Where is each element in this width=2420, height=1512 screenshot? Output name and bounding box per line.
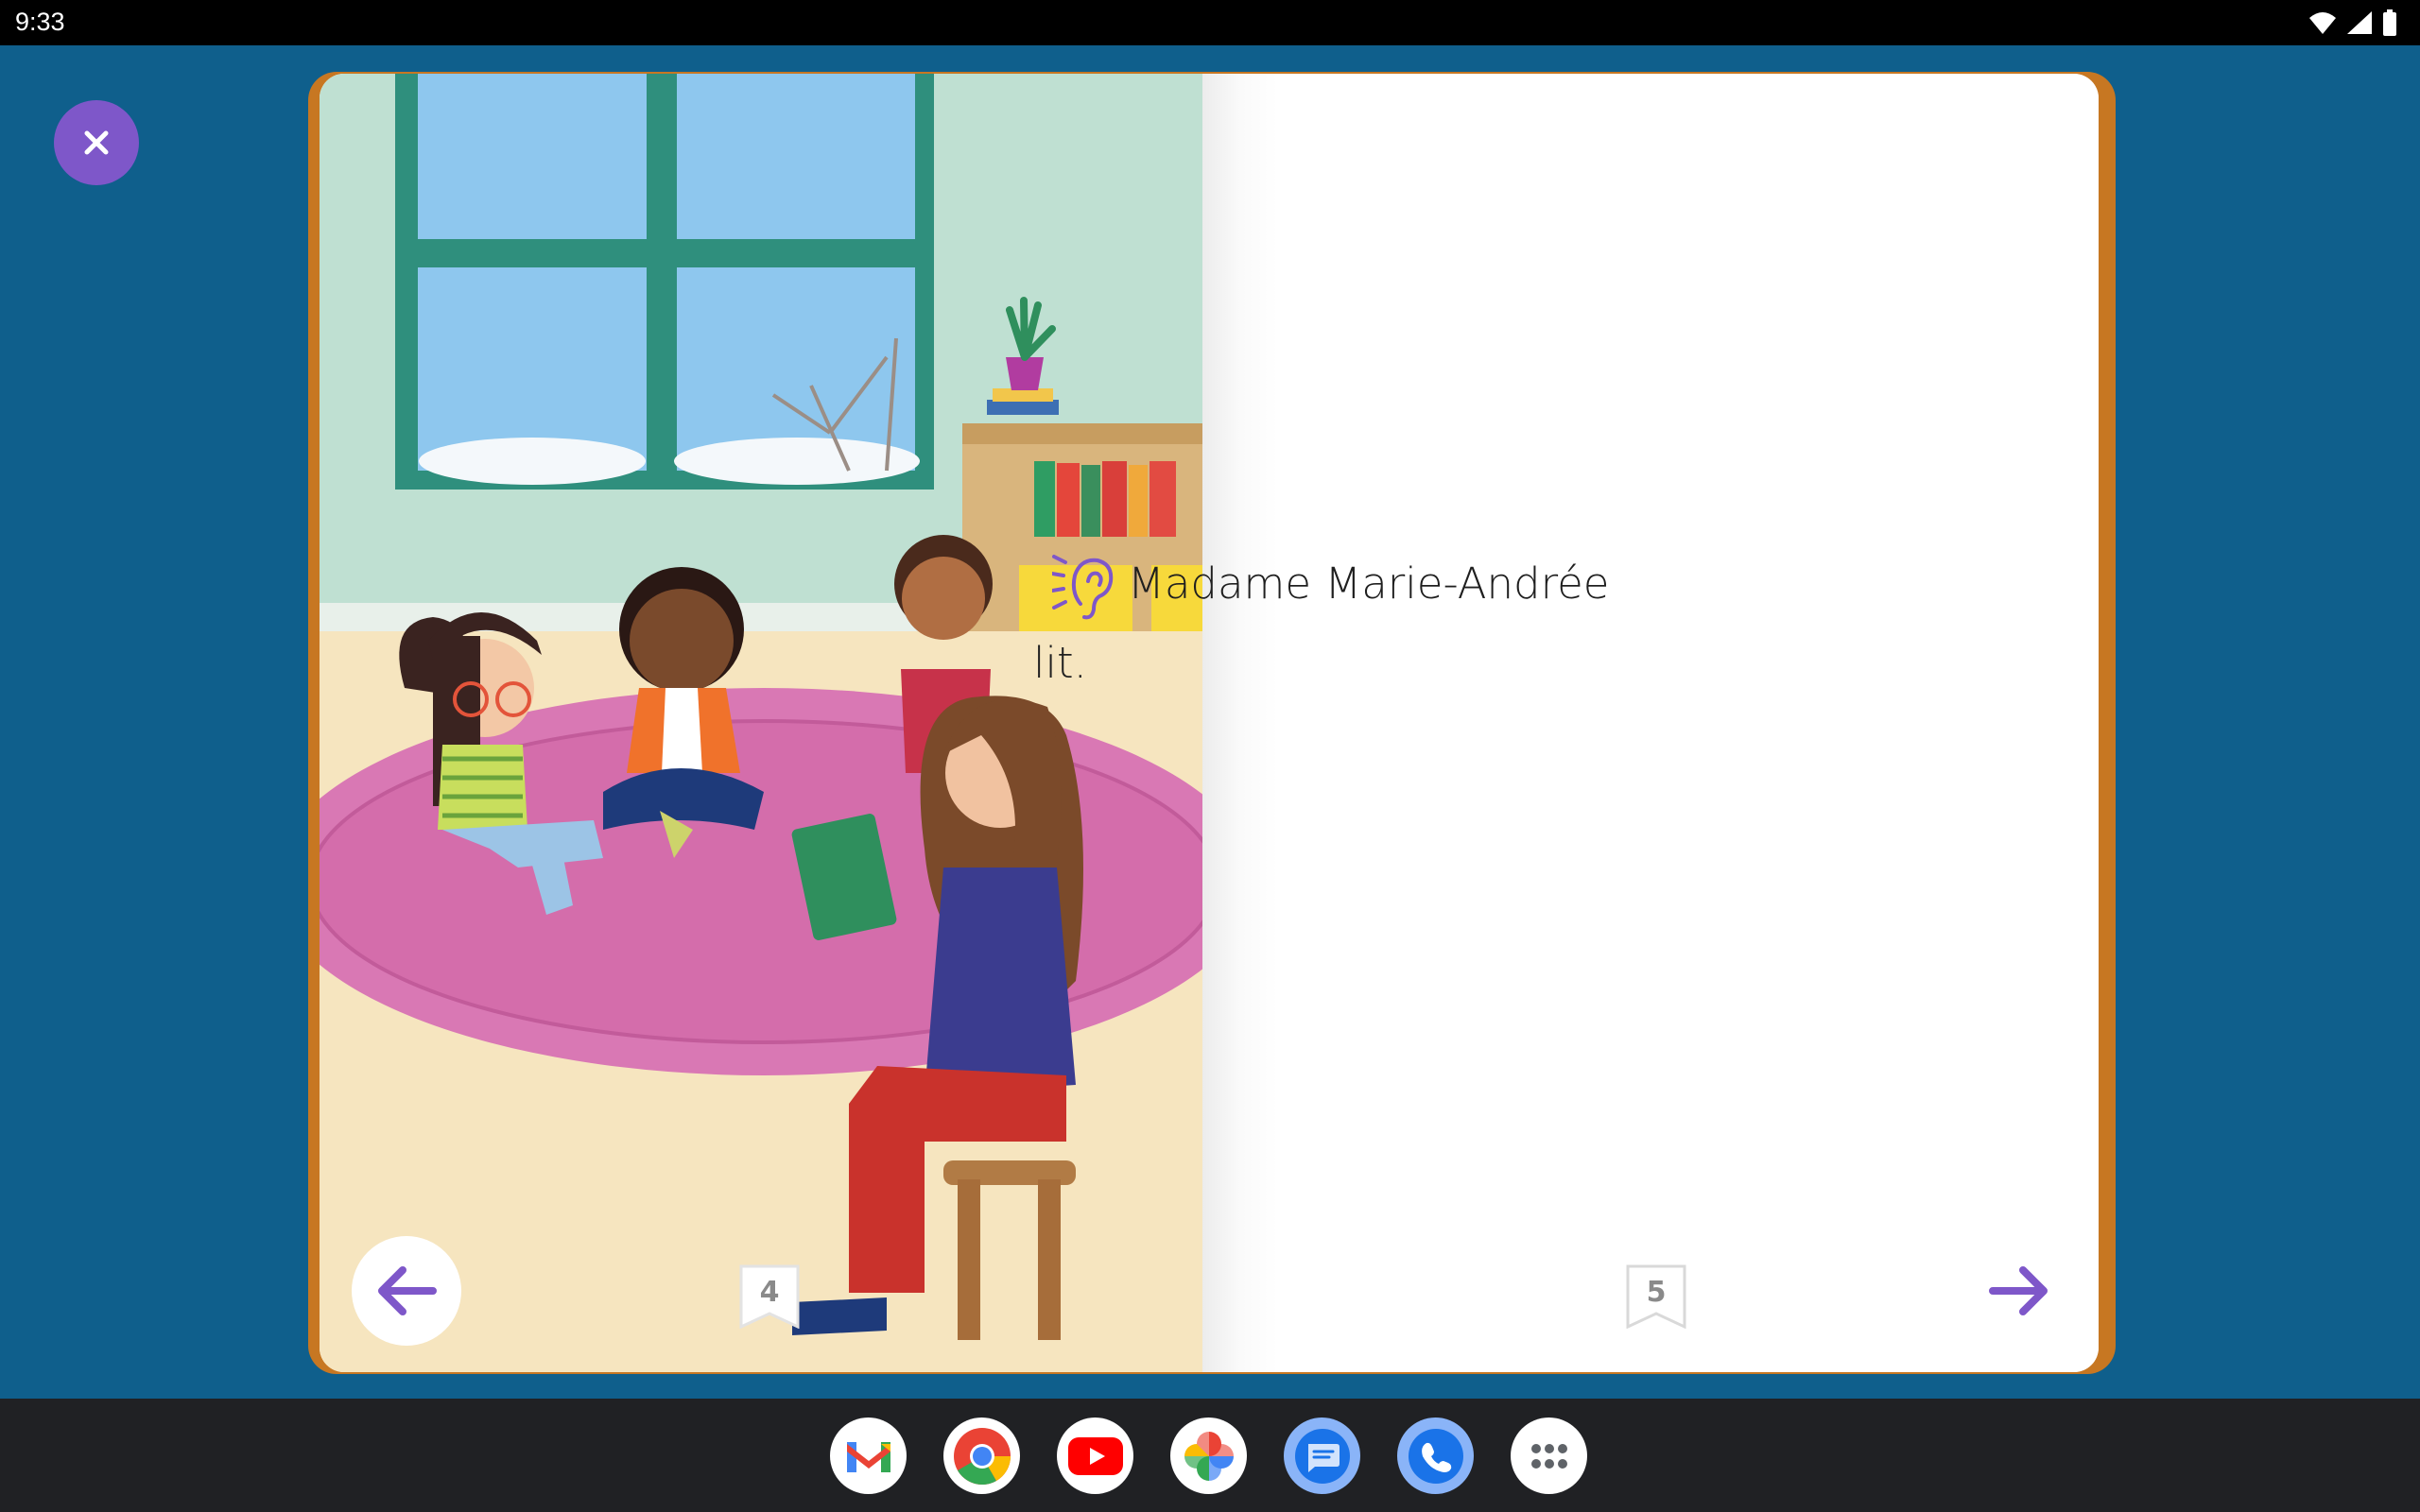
taskbar xyxy=(0,1399,2420,1512)
wifi-icon xyxy=(2309,12,2336,34)
phone-icon xyxy=(1408,1428,1463,1484)
ear-icon xyxy=(1050,555,1114,620)
next-page-button[interactable] xyxy=(1964,1236,2074,1346)
signal-icon xyxy=(2347,11,2372,34)
listen-button[interactable] xyxy=(1050,551,1115,623)
status-bar: 9:33 xyxy=(0,0,2420,45)
gmail-icon xyxy=(846,1441,890,1472)
photos-icon xyxy=(1184,1431,1234,1481)
book-spread: 4 5 xyxy=(320,74,2099,1372)
status-icons xyxy=(2308,9,2397,36)
app-dock xyxy=(830,1418,1587,1494)
page-number-left: 4 xyxy=(739,1264,800,1329)
status-time: 9:33 xyxy=(15,8,65,36)
page-number-left-label: 4 xyxy=(759,1276,780,1309)
messages-icon xyxy=(1294,1428,1350,1484)
youtube-icon xyxy=(1067,1436,1123,1475)
photos-app[interactable] xyxy=(1170,1418,1247,1494)
close-icon xyxy=(84,130,109,155)
arrow-right-icon xyxy=(1989,1266,2048,1315)
story-text-line-2: lit. xyxy=(1033,638,1087,688)
messages-app[interactable] xyxy=(1284,1418,1360,1494)
app-grid-icon xyxy=(1530,1443,1567,1469)
chrome-icon xyxy=(953,1427,1011,1485)
gmail-app[interactable] xyxy=(830,1418,907,1494)
phone-app[interactable] xyxy=(1397,1418,1474,1494)
left-page: 4 xyxy=(320,74,1202,1372)
close-button[interactable] xyxy=(54,100,139,185)
app-drawer[interactable] xyxy=(1511,1418,1587,1494)
book: 4 5 xyxy=(308,72,2116,1374)
story-illustration xyxy=(320,74,1202,1372)
story-text-line-1: Madame Marie-Andrée xyxy=(1128,558,1610,609)
youtube-app[interactable] xyxy=(1057,1418,1133,1494)
arrow-left-icon xyxy=(378,1266,437,1315)
previous-page-button[interactable] xyxy=(352,1236,461,1346)
story-text: Madame Marie-Andrée lit. xyxy=(1033,544,1733,703)
chrome-app[interactable] xyxy=(943,1418,1020,1494)
battery-icon xyxy=(2383,9,2396,36)
right-page: 5 xyxy=(1202,74,2099,1372)
page-number-right-label: 5 xyxy=(1646,1276,1667,1309)
page-number-right: 5 xyxy=(1626,1264,1686,1329)
